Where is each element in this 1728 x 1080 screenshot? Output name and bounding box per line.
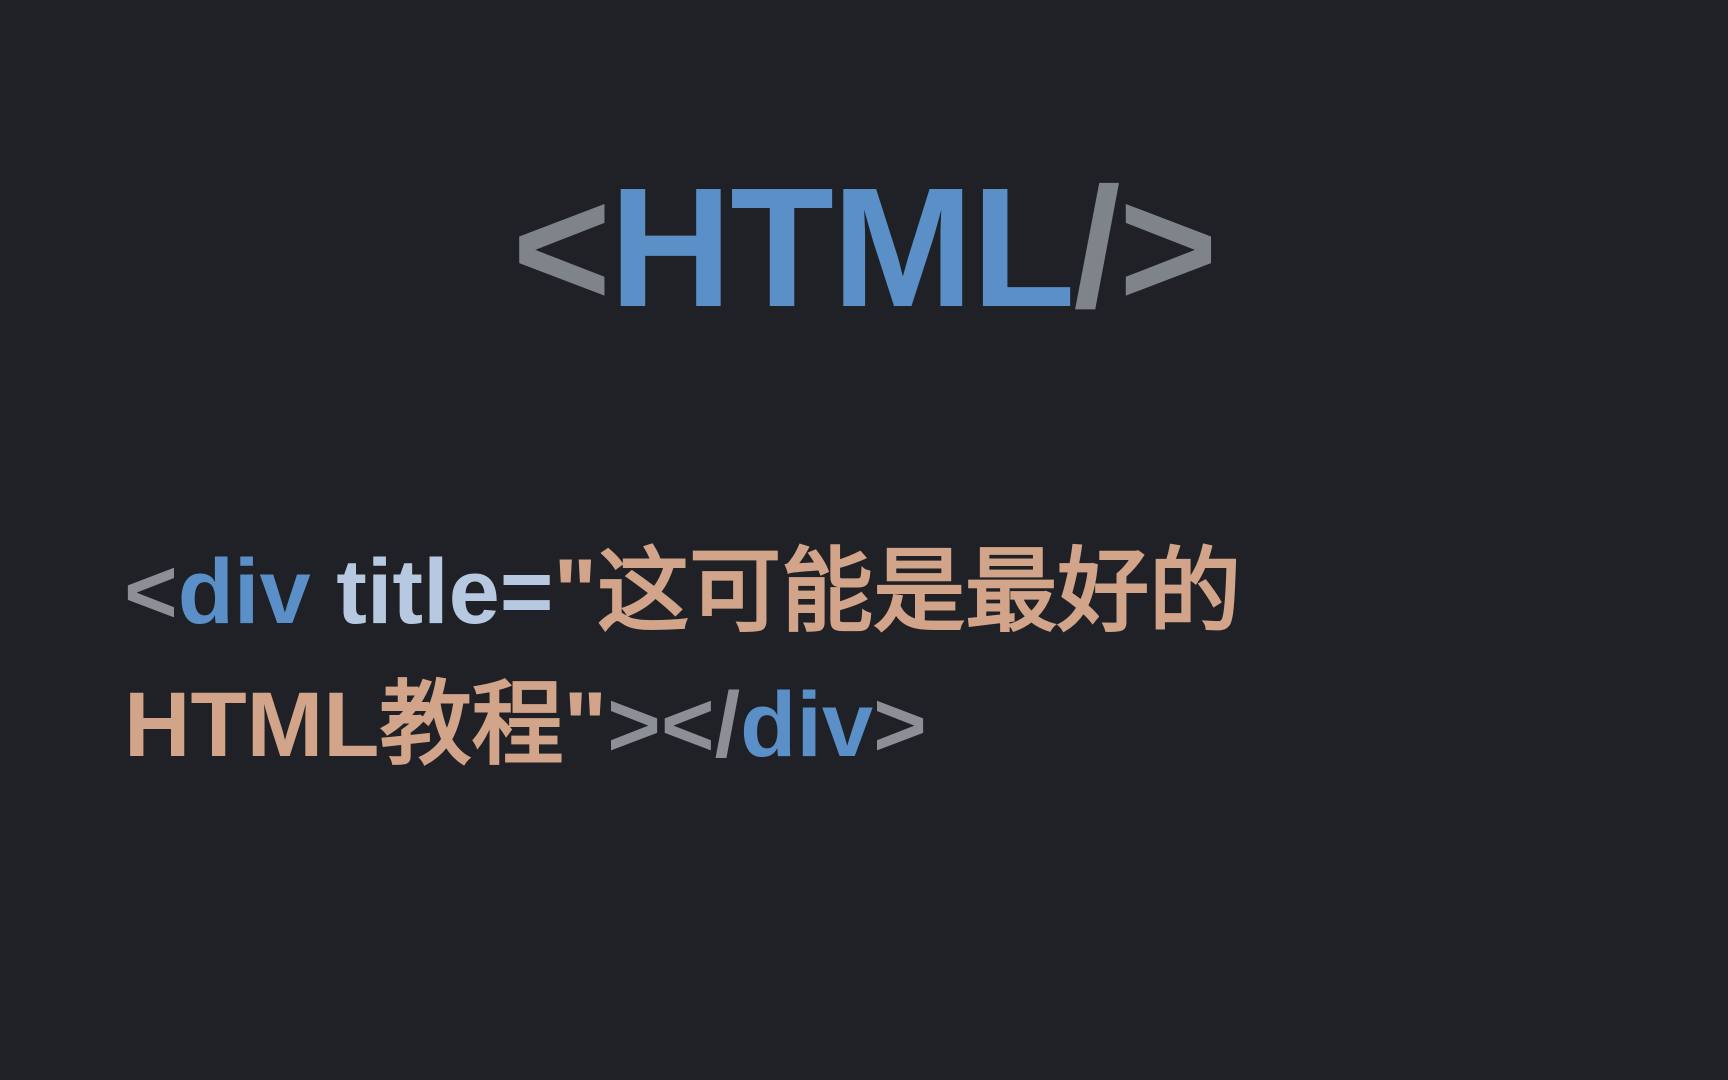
html-logo-heading: <HTML/> — [512, 150, 1216, 346]
code-snippet: <div title="这可能是最好的HTML教程"></div> — [124, 526, 1604, 793]
title-attr: title= — [336, 541, 553, 643]
angle-close-1: > — [607, 674, 661, 776]
slash-char: / — [1073, 153, 1118, 343]
slash-2: / — [715, 674, 741, 776]
angle-close-2: > — [873, 674, 927, 776]
angle-open-2: < — [661, 674, 715, 776]
div-tag-open: div — [178, 541, 311, 643]
string-value-1: 这可能是最好的 — [597, 541, 1241, 643]
div-tag-close: div — [740, 674, 873, 776]
space — [311, 541, 337, 643]
quote-open: " — [554, 541, 598, 643]
angle-open-1: < — [124, 541, 178, 643]
quote-close: " — [563, 674, 607, 776]
html-tag-text: HTML — [609, 153, 1073, 343]
string-value-2: HTML教程 — [124, 674, 563, 776]
close-bracket: > — [1119, 153, 1216, 343]
open-bracket: < — [512, 153, 609, 343]
